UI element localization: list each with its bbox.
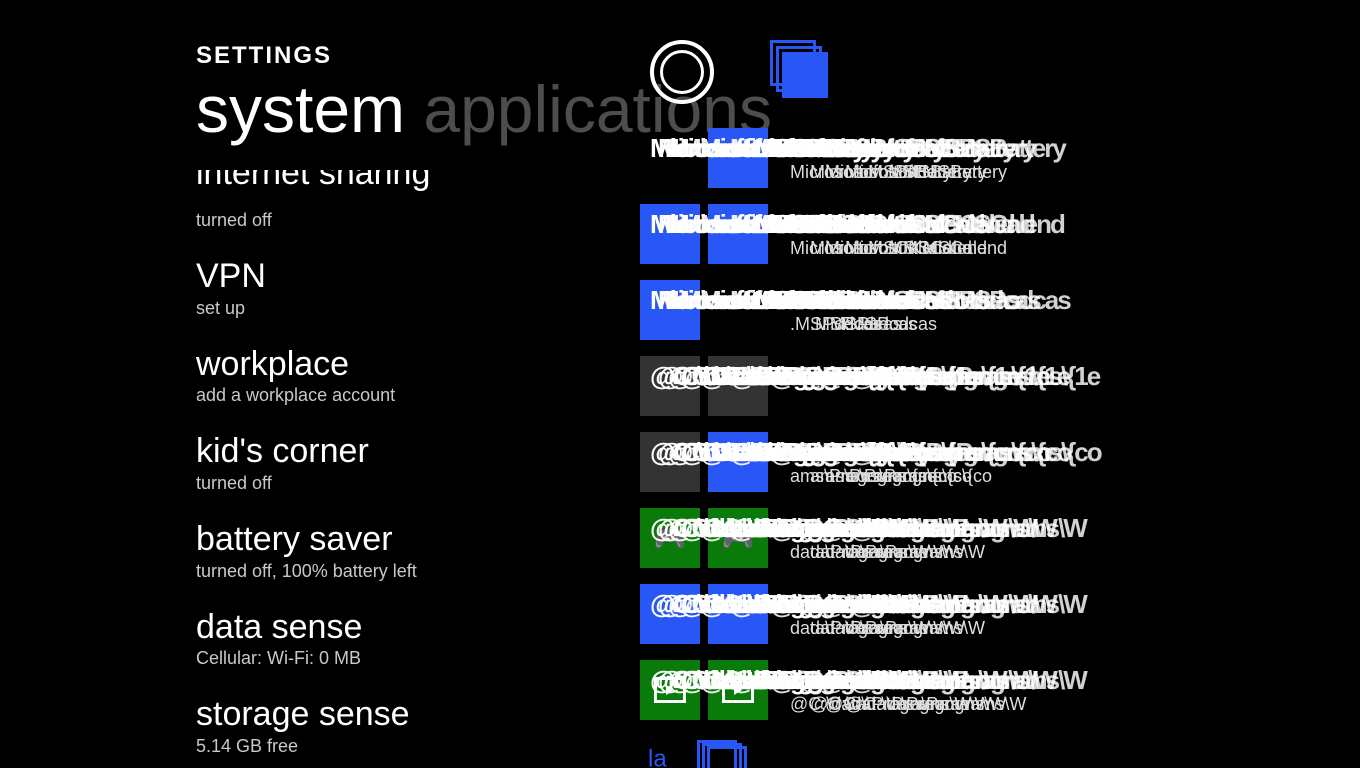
pivot-system[interactable]: system — [196, 72, 405, 146]
settings-item-subtitle: add a workplace account — [196, 385, 606, 406]
settings-item-vpn[interactable]: VPN set up — [196, 259, 606, 319]
glitch-text: @C:\data\Programs\W — [850, 589, 1086, 620]
glitch-subtext: data\Programs\W — [845, 618, 985, 639]
glitch-row: @C:\Data\Programs\{co@C:\Data\Programs\{… — [640, 432, 1340, 508]
glitch-row: Microsoft.MSPodcasMicrosoft.MSPodcasMicr… — [640, 280, 1340, 356]
glitch-text: Microsoft.MSBattery — [850, 133, 1065, 164]
settings-item-subtitle: set up — [196, 298, 606, 319]
settings-item-title: storage sense — [196, 695, 410, 733]
settings-item-title: battery saver — [196, 520, 393, 558]
settings-item-subtitle: Cellular: Wi-Fi: 0 MB — [196, 648, 606, 669]
glitch-footer-text: la — [648, 740, 747, 768]
glitch-subtext: data\Programs\W — [845, 542, 985, 563]
settings-item-title: data sense — [196, 608, 362, 646]
settings-item-storage-sense[interactable]: storage sense 5.14 GB free — [196, 697, 606, 757]
glitch-text: @C:\Data\Programs\{co — [850, 437, 1101, 468]
glitch-subtext: @C:\data\Programs\W — [845, 694, 1026, 715]
glitch-text: Microsoft.MSPodcas — [850, 285, 1070, 316]
settings-item-title: VPN — [196, 257, 266, 295]
settings-item-subtitle: turned off — [196, 473, 606, 494]
glitch-row: @C:\Data\Programs\{1e@C:\Data\Programs\{… — [640, 356, 1340, 432]
settings-item-title: internet sharing — [196, 170, 430, 192]
settings-item-workplace[interactable]: workplaceadd a workplace account — [196, 347, 606, 407]
glitch-row: @C:\data\Programs\W@C:\data\Programs\W@C… — [640, 660, 1340, 736]
corrupted-app-list: Microsoft.MSBatteryMicrosoft.MSBattery Mi… — [640, 38, 1340, 758]
glitch-row: Microsoft.MSBatteryMicrosoft.MSBatteryMi… — [640, 128, 1340, 204]
settings-item-data-sense[interactable]: data senseCellular: Wi-Fi: 0 MB — [196, 610, 606, 670]
settings-list: internet sharingturned off VPN set up workp… — [196, 185, 606, 768]
glitch-subtext: ams\Programs\{co — [845, 466, 992, 487]
glitch-text: @C:\data\Programs\W — [850, 665, 1086, 696]
glitch-row: @C:\data\Programs\W@C:\data\Programs\W@C… — [640, 584, 1340, 660]
glitch-text: @C:\Data\Programs\{1e — [850, 361, 1099, 392]
settings-item-subtitle: 5.14 GB free — [196, 736, 606, 757]
settings-item-subtitle: turned off, 100% battery left — [196, 561, 606, 582]
settings-item-kid-s-corner[interactable]: kid's corner turned off — [196, 434, 606, 494]
settings-item-battery-saver[interactable]: battery saver turned off, 100% battery le… — [196, 522, 606, 582]
glitch-subtext: .MSPodcas — [845, 314, 937, 335]
glitch-text: @C:\data\Programs\W — [850, 513, 1086, 544]
settings-item-internet-sharing[interactable]: internet sharingturned off — [196, 185, 606, 231]
settings-item-title: kid's corner — [196, 432, 369, 470]
glitch-row: Microsoft.MSCalendMicrosoft.MSCalendMicr… — [640, 204, 1340, 280]
settings-item-title: workplace — [196, 345, 349, 383]
glitch-text: Microsoft.MSCalend — [850, 209, 1064, 240]
settings-item-subtitle: turned off — [196, 210, 606, 231]
glitch-subtext: Microsoft.MSBattery — [845, 162, 1007, 183]
square-outline-icon — [707, 746, 747, 768]
glitch-subtext: Microsoft.MSCalend — [845, 238, 1007, 259]
glitch-row: 🎮🎮@C:\data\Programs\W@C:\data\Programs\W… — [640, 508, 1340, 584]
